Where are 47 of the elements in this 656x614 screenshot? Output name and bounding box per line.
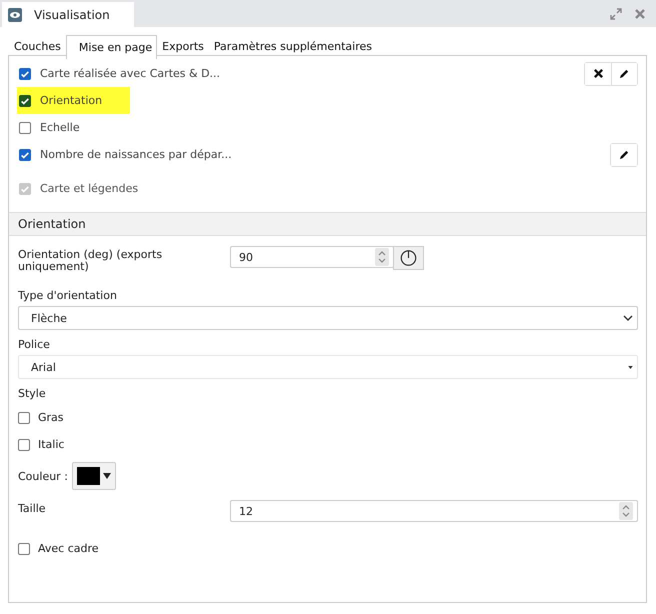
- field-label: Type d'orientation: [18, 289, 118, 302]
- spinner-icon[interactable]: [619, 502, 633, 520]
- tab[interactable]: Exports: [157, 35, 209, 56]
- edit-button[interactable]: [611, 62, 637, 84]
- field-label: Style: [18, 387, 47, 400]
- tab[interactable]: Couches: [9, 35, 66, 56]
- layer-label: Nombre de naissances par dépar...: [40, 148, 232, 161]
- edit-button[interactable]: [611, 144, 637, 166]
- checkbox[interactable]: [19, 122, 31, 134]
- layer-label: Orientation: [40, 94, 102, 107]
- pencil-icon: [618, 149, 630, 160]
- close-icon: [592, 68, 604, 79]
- field-label: Couleur :: [18, 470, 68, 482]
- checkbox[interactable]: [18, 542, 30, 554]
- checkbox-label: Gras: [38, 411, 64, 424]
- checkbox-label: Avec cadre: [38, 542, 99, 555]
- section-header: Orientation: [9, 212, 646, 236]
- field-label: Orientation (deg) (exports uniquement): [18, 247, 164, 273]
- field-label: Police: [18, 338, 51, 351]
- dropdown[interactable]: Flèche: [18, 306, 638, 330]
- tab[interactable]: Paramètres supplémentaires: [208, 35, 377, 56]
- color-picker[interactable]: [72, 462, 116, 490]
- caret-icon: [628, 366, 633, 368]
- layer-label: Carte réalisée avec Cartes & D...: [40, 67, 220, 80]
- chevron-down-icon: [623, 315, 633, 321]
- spinner-icon[interactable]: [375, 248, 389, 266]
- pencil-icon: [619, 68, 630, 79]
- field-label: Taille: [18, 501, 47, 515]
- number-field[interactable]: 90: [230, 246, 394, 268]
- number-field[interactable]: 12: [230, 500, 638, 522]
- checkbox-label: Italic: [38, 438, 64, 451]
- checkbox[interactable]: [19, 68, 31, 80]
- window-title: Visualisation: [34, 8, 110, 22]
- layer-label: Echelle: [40, 121, 80, 134]
- layer-label: Carte et légendes: [40, 182, 138, 195]
- checkbox[interactable]: [19, 148, 31, 160]
- checkbox[interactable]: [18, 412, 30, 424]
- checkbox[interactable]: [19, 94, 31, 106]
- dial-icon: [400, 248, 417, 268]
- close-icon[interactable]: [634, 8, 646, 20]
- caret-icon: [102, 473, 111, 479]
- dial-button[interactable]: [393, 246, 424, 270]
- checkbox[interactable]: [18, 438, 30, 450]
- dropdown[interactable]: Arial: [18, 355, 638, 379]
- expand-icon[interactable]: [610, 8, 622, 20]
- tab[interactable]: Mise en page: [66, 35, 158, 59]
- eye-icon: [8, 8, 22, 22]
